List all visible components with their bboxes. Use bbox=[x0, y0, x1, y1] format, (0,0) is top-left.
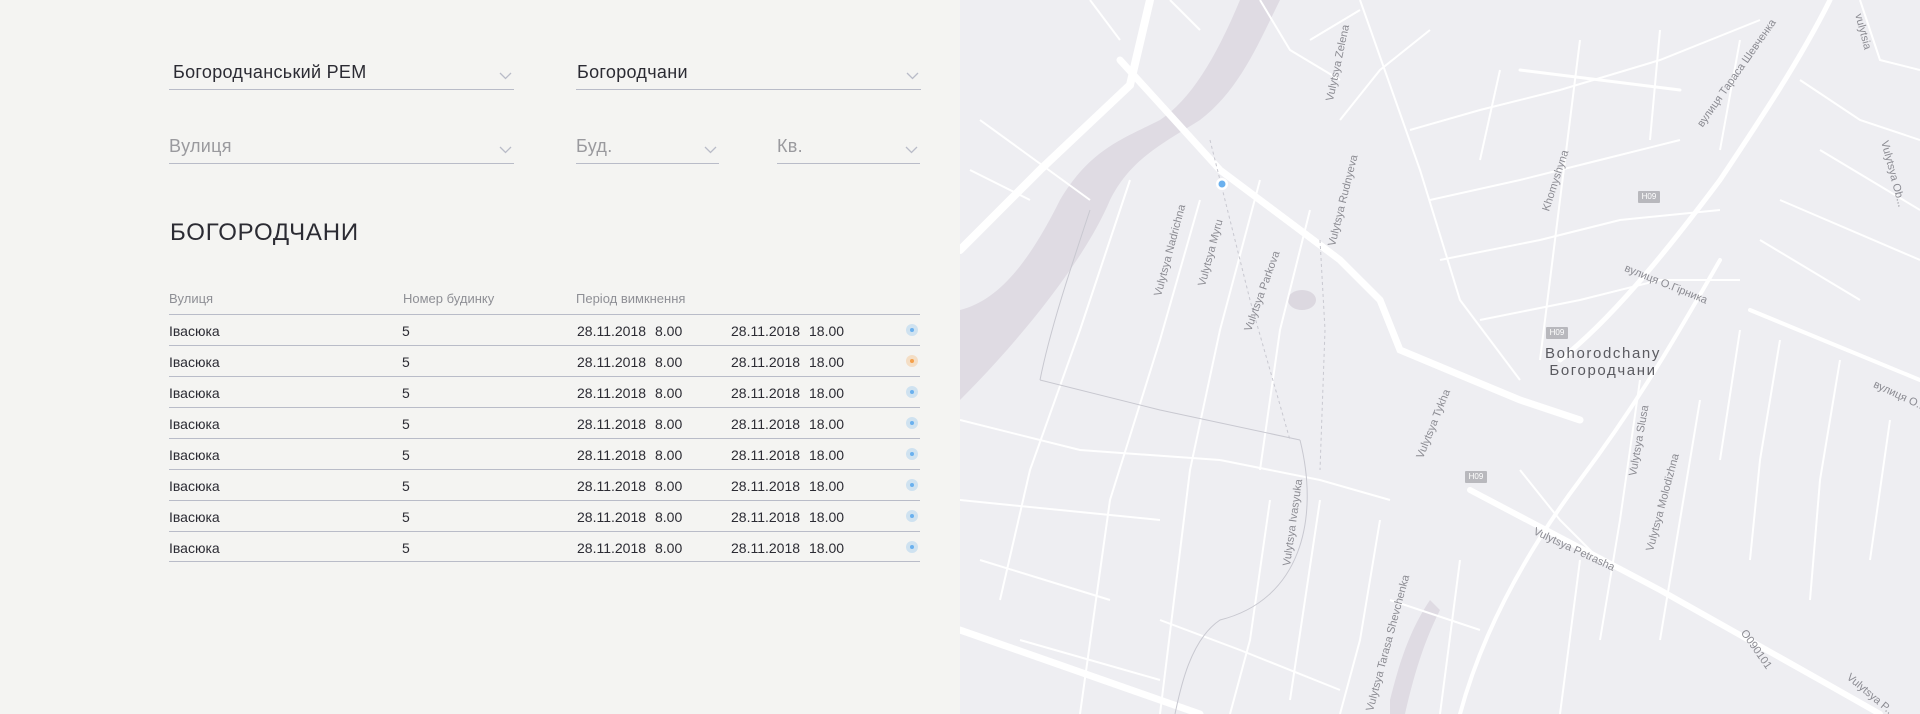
apartment-select-placeholder: Кв. bbox=[777, 136, 803, 156]
table-row[interactable]: Івасюка 5 28.11.2018 8.00 28.11.2018 18.00 bbox=[169, 531, 920, 562]
cell-start-date: 28.11.2018 bbox=[577, 323, 647, 339]
chevron-down-icon bbox=[906, 72, 919, 80]
cell-street: Івасюка bbox=[169, 509, 220, 525]
cell-street: Івасюка bbox=[169, 354, 220, 370]
settlement-select-value: Богородчани bbox=[577, 62, 688, 82]
cell-house-number: 5 bbox=[402, 416, 410, 432]
header-outage-period: Період вимкнення bbox=[576, 291, 686, 306]
town-label: Bohorodchany Богородчани bbox=[1545, 345, 1661, 379]
building-select[interactable]: Буд. bbox=[576, 132, 719, 164]
outage-panel: Богородчанський РЕМ Богородчани Вулиця Б… bbox=[0, 0, 960, 714]
header-street: Вулиця bbox=[169, 291, 214, 306]
cell-street: Івасюка bbox=[169, 540, 220, 556]
cell-start-time: 8.00 bbox=[655, 478, 683, 494]
cell-house-number: 5 bbox=[402, 478, 410, 494]
table-row[interactable]: Івасюка 5 28.11.2018 8.00 28.11.2018 18.00 bbox=[169, 314, 920, 345]
road-shield: H09 bbox=[1546, 327, 1568, 339]
cell-start-date: 28.11.2018 bbox=[577, 354, 647, 370]
cell-start-time: 8.00 bbox=[655, 354, 683, 370]
road-shield: H09 bbox=[1638, 191, 1660, 203]
cell-start-date: 28.11.2018 bbox=[577, 447, 647, 463]
chevron-down-icon bbox=[499, 146, 512, 154]
table-row[interactable]: Івасюка 5 28.11.2018 8.00 28.11.2018 18.00 bbox=[169, 500, 920, 531]
cell-house-number: 5 bbox=[402, 509, 410, 525]
road-shield: H09 bbox=[1465, 471, 1487, 483]
cell-house-number: 5 bbox=[402, 447, 410, 463]
cell-start-date: 28.11.2018 bbox=[577, 416, 647, 432]
cell-end-date: 28.11.2018 bbox=[731, 478, 801, 494]
cell-end-time: 18.00 bbox=[809, 540, 845, 556]
map-canvas bbox=[960, 0, 1920, 714]
street-select[interactable]: Вулиця bbox=[169, 132, 514, 164]
status-dot-icon bbox=[906, 355, 918, 367]
district-select[interactable]: Богородчанський РЕМ bbox=[169, 58, 514, 90]
cell-start-time: 8.00 bbox=[655, 385, 683, 401]
cell-end-time: 18.00 bbox=[809, 416, 845, 432]
cell-end-time: 18.00 bbox=[809, 509, 845, 525]
cell-end-date: 28.11.2018 bbox=[731, 540, 801, 556]
cell-house-number: 5 bbox=[402, 385, 410, 401]
cell-end-date: 28.11.2018 bbox=[731, 354, 801, 370]
cell-house-number: 5 bbox=[402, 323, 410, 339]
cell-start-time: 8.00 bbox=[655, 540, 683, 556]
cell-start-date: 28.11.2018 bbox=[577, 478, 647, 494]
cell-start-time: 8.00 bbox=[655, 509, 683, 525]
city-title: БОГОРОДЧАНИ bbox=[170, 219, 359, 246]
status-dot-icon bbox=[906, 417, 918, 429]
cell-street: Івасюка bbox=[169, 323, 220, 339]
cell-end-date: 28.11.2018 bbox=[731, 447, 801, 463]
status-dot-icon bbox=[906, 386, 918, 398]
status-dot-icon bbox=[906, 541, 918, 553]
map-view[interactable]: H09 H09 H09 Bohorodchany Богородчани Vul… bbox=[960, 0, 1920, 714]
cell-street: Івасюка bbox=[169, 478, 220, 494]
table-row[interactable]: Івасюка 5 28.11.2018 8.00 28.11.2018 18.00 bbox=[169, 376, 920, 407]
cell-end-time: 18.00 bbox=[809, 354, 845, 370]
cell-start-date: 28.11.2018 bbox=[577, 540, 647, 556]
town-label-latin: Bohorodchany bbox=[1545, 345, 1661, 362]
cell-end-time: 18.00 bbox=[809, 478, 845, 494]
chevron-down-icon bbox=[905, 146, 918, 154]
map-marker-icon[interactable] bbox=[1216, 178, 1228, 190]
cell-start-date: 28.11.2018 bbox=[577, 509, 647, 525]
chevron-down-icon bbox=[499, 72, 512, 80]
cell-end-time: 18.00 bbox=[809, 323, 845, 339]
cell-end-time: 18.00 bbox=[809, 385, 845, 401]
chevron-down-icon bbox=[704, 146, 717, 154]
status-dot-icon bbox=[906, 324, 918, 336]
cell-start-time: 8.00 bbox=[655, 416, 683, 432]
table-row[interactable]: Івасюка 5 28.11.2018 8.00 28.11.2018 18.00 bbox=[169, 407, 920, 438]
street-select-placeholder: Вулиця bbox=[169, 136, 232, 156]
status-dot-icon bbox=[906, 479, 918, 491]
cell-start-time: 8.00 bbox=[655, 447, 683, 463]
outage-table: Івасюка 5 28.11.2018 8.00 28.11.2018 18.00 Іва… bbox=[169, 314, 920, 562]
district-select-value: Богородчанський РЕМ bbox=[173, 62, 367, 82]
cell-start-date: 28.11.2018 bbox=[577, 385, 647, 401]
cell-start-time: 8.00 bbox=[655, 323, 683, 339]
cell-end-date: 28.11.2018 bbox=[731, 416, 801, 432]
cell-street: Івасюка bbox=[169, 385, 220, 401]
table-row[interactable]: Івасюка 5 28.11.2018 8.00 28.11.2018 18.00 bbox=[169, 469, 920, 500]
header-house-number: Номер будинку bbox=[403, 291, 495, 306]
cell-street: Івасюка bbox=[169, 447, 220, 463]
cell-house-number: 5 bbox=[402, 354, 410, 370]
table-row[interactable]: Івасюка 5 28.11.2018 8.00 28.11.2018 18.00 bbox=[169, 345, 920, 376]
status-dot-icon bbox=[906, 510, 918, 522]
table-row[interactable]: Івасюка 5 28.11.2018 8.00 28.11.2018 18.00 bbox=[169, 438, 920, 469]
building-select-placeholder: Буд. bbox=[576, 136, 613, 156]
settlement-select[interactable]: Богородчани bbox=[576, 58, 921, 90]
cell-end-date: 28.11.2018 bbox=[731, 385, 801, 401]
town-label-cyrillic: Богородчани bbox=[1549, 362, 1657, 379]
cell-end-date: 28.11.2018 bbox=[731, 323, 801, 339]
cell-street: Івасюка bbox=[169, 416, 220, 432]
cell-end-time: 18.00 bbox=[809, 447, 845, 463]
apartment-select[interactable]: Кв. bbox=[777, 132, 920, 164]
cell-end-date: 28.11.2018 bbox=[731, 509, 801, 525]
cell-house-number: 5 bbox=[402, 540, 410, 556]
status-dot-icon bbox=[906, 448, 918, 460]
